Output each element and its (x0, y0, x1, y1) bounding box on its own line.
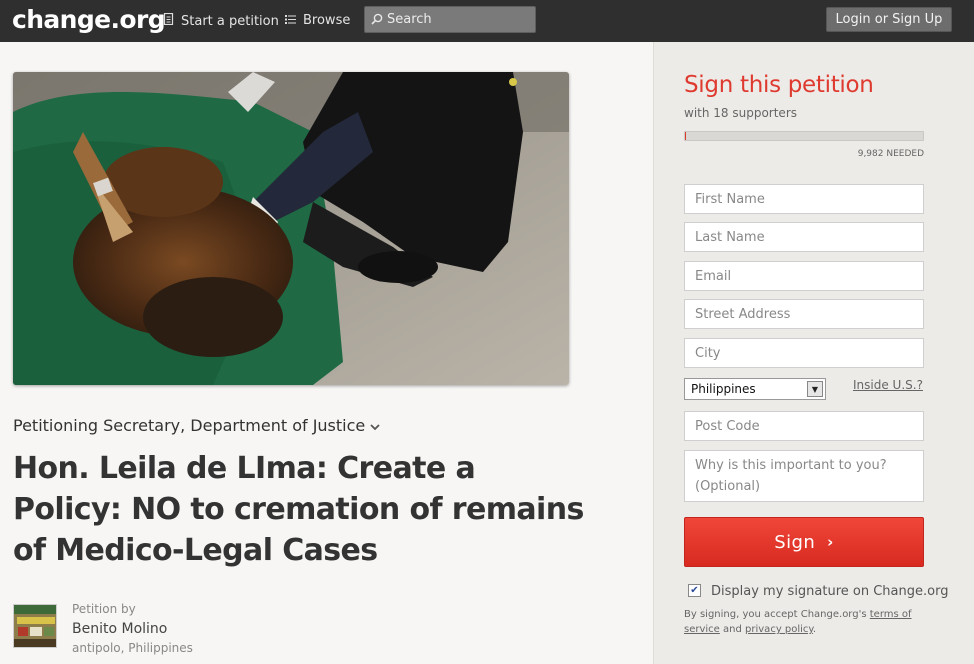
legal-notice: By signing, you accept Change.org's term… (684, 607, 924, 637)
street-address-field[interactable]: Street Address (684, 299, 924, 329)
logo[interactable]: change.org (12, 5, 166, 34)
first-name-field[interactable]: First Name (684, 184, 924, 214)
inside-us-link[interactable]: Inside U.S.? (853, 378, 923, 392)
progress-fill (685, 132, 686, 140)
start-petition-label: Start a petition (181, 13, 279, 29)
legal-end: . (812, 624, 817, 635)
reason-textarea[interactable]: Why is this important to you? (Optional) (684, 450, 924, 502)
search-input[interactable]: Search (364, 6, 536, 33)
country-value: Philippines (691, 382, 756, 396)
legal-prefix: By signing, you accept Change.org's (684, 609, 867, 620)
display-signature-label: Display my signature on Change.org (711, 584, 949, 599)
legal-and: and (723, 624, 742, 635)
petition-title: Hon. Leila de LIma: Create a Policy: NO … (13, 451, 584, 568)
author-location: antipolo, Philippines (72, 641, 193, 655)
signatures-needed: 9,982 NEEDED (857, 149, 924, 159)
sign-button[interactable]: Sign › (684, 517, 924, 567)
chevron-right-icon: › (827, 533, 834, 551)
supporter-count: with 18 supporters (684, 106, 797, 120)
petitioning-target[interactable]: Petitioning Secretary, Department of Jus… (13, 416, 380, 435)
sign-heading: Sign this petition (684, 72, 874, 98)
email-field[interactable]: Email (684, 261, 924, 291)
dropdown-arrow-icon: ▼ (807, 381, 823, 397)
list-icon (285, 13, 296, 28)
top-nav-bar: change.org Start a petition Browse Searc… (0, 0, 974, 42)
start-petition-link[interactable]: Start a petition (163, 12, 279, 29)
privacy-policy-link[interactable]: privacy policy (745, 624, 813, 635)
search-icon (371, 10, 383, 29)
login-signup-button[interactable]: Login or Sign Up (826, 7, 952, 32)
sign-button-label: Sign (774, 531, 816, 553)
petitioning-label: Petitioning Secretary, Department of Jus… (13, 416, 366, 435)
browse-link[interactable]: Browse (285, 13, 350, 28)
country-select[interactable]: Philippines ▼ (684, 378, 826, 400)
author-name[interactable]: Benito Molino (72, 621, 167, 637)
city-field[interactable]: City (684, 338, 924, 368)
display-signature-checkbox[interactable]: ✔ (688, 584, 701, 597)
search-placeholder: Search (387, 12, 432, 27)
signature-progress-bar (684, 131, 924, 141)
post-code-field[interactable]: Post Code (684, 411, 924, 441)
petition-by-label: Petition by (72, 602, 136, 616)
chevron-down-icon (370, 416, 380, 435)
petition-photo (13, 72, 569, 385)
last-name-field[interactable]: Last Name (684, 222, 924, 252)
document-icon (163, 12, 174, 29)
browse-label: Browse (303, 13, 351, 28)
author-avatar[interactable] (13, 604, 57, 648)
